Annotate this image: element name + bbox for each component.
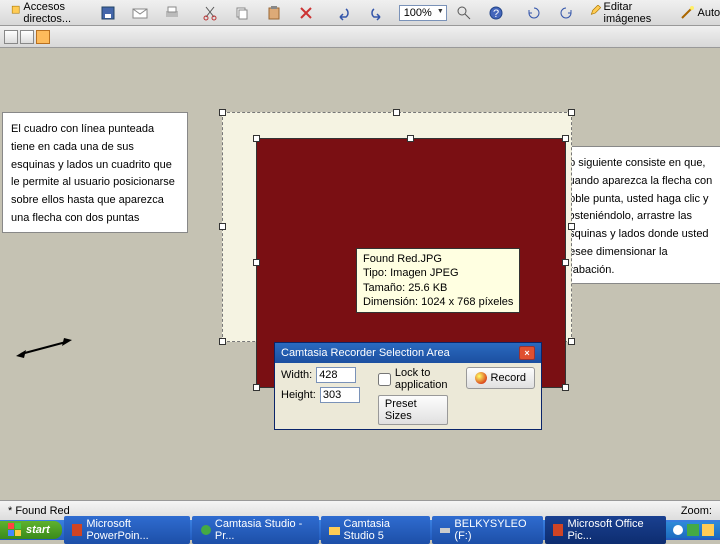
folder-icon [329,524,339,536]
start-label: start [26,524,50,536]
print-icon[interactable] [157,2,187,24]
accesos-label: Accesos directos... [23,1,77,25]
paste-icon[interactable] [259,2,289,24]
bookmark-icon [11,5,20,21]
windows-logo-icon [8,523,22,537]
camtasia-dialog: Camtasia Recorder Selection Area × Width… [274,342,542,430]
status-filename: * Found Red [8,505,70,517]
preset-sizes-button[interactable]: Preset Sizes [378,395,448,425]
tooltip-dim: Dimensión: 1024 x 768 píxeles [363,295,513,309]
main-toolbar: Accesos directos... 100% ? Editar imágen… [0,0,720,26]
task-label: Camtasia Studio 5 [344,518,422,542]
drive-icon [440,524,450,536]
camtasia-icon [200,524,210,536]
cut-icon[interactable] [195,2,225,24]
instruction-callout-right: Lo siguiente consiste en que, cuando apa… [554,146,720,284]
system-tray[interactable] [666,522,720,538]
redo-icon[interactable] [361,2,391,24]
picture-icon [553,524,563,536]
task-label: Microsoft Office Pic... [567,518,658,542]
width-input[interactable] [316,367,356,383]
camtasia-titlebar[interactable]: Camtasia Recorder Selection Area × [275,343,541,363]
resize-handle-w[interactable] [219,223,226,230]
height-label: Height: [281,389,316,401]
image-tooltip: Found Red.JPG Tipo: Imagen JPEG Tamaño: … [356,248,520,313]
auto-label: Autocorrección [698,7,720,19]
save-icon[interactable] [93,2,123,24]
tray-icon[interactable] [672,524,684,536]
img-handle-se[interactable] [562,384,569,391]
undo-icon[interactable] [329,2,359,24]
img-handle-e[interactable] [562,259,569,266]
img-handle-n[interactable] [407,135,414,142]
img-handle-w[interactable] [253,259,260,266]
tooltip-size: Tamaño: 25.6 KB [363,281,513,295]
camtasia-body: Width: Height: Lock to application Prese… [275,363,541,429]
lock-checkbox[interactable] [378,373,391,386]
height-input[interactable] [320,387,360,403]
email-icon[interactable] [125,2,155,24]
record-label: Record [491,372,526,384]
delete-icon[interactable] [291,2,321,24]
width-label: Width: [281,369,312,381]
task-label: BELKYSYLEO (F:) [454,518,535,542]
filmstrip-view-icon[interactable] [20,30,34,44]
tooltip-type: Tipo: Imagen JPEG [363,266,513,280]
view-toolbar [0,26,720,48]
start-button[interactable]: start [0,521,62,539]
img-handle-nw[interactable] [253,135,260,142]
resize-handle-sw[interactable] [219,338,226,345]
wand-icon [679,5,695,21]
powerpoint-icon [72,524,82,536]
help-icon[interactable]: ? [481,2,511,24]
windows-taskbar: start Microsoft PowerPoin... Camtasia St… [0,520,720,540]
svg-text:?: ? [493,8,499,20]
resize-handle-n[interactable] [393,109,400,116]
pencil-icon [590,5,601,21]
callout-right-text: Lo siguiente consiste en que, cuando apa… [563,157,712,276]
lock-label: Lock to application [395,367,448,391]
tray-icon[interactable] [687,524,699,536]
zoom-select[interactable]: 100% [399,5,447,21]
instruction-callout-left: El cuadro con línea punteada tiene en ca… [2,112,188,233]
double-arrow-icon [16,338,72,358]
editor-canvas: El cuadro con línea punteada tiene en ca… [0,48,720,500]
accesos-directos-button[interactable]: Accesos directos... [4,0,85,28]
resize-handle-ne[interactable] [568,109,575,116]
single-view-icon[interactable] [36,30,50,44]
task-label: Microsoft PowerPoin... [86,518,182,542]
tooltip-name: Found Red.JPG [363,252,513,266]
img-handle-sw[interactable] [253,384,260,391]
preset-label: Preset Sizes [385,398,417,422]
rotate-right-icon[interactable] [551,2,581,24]
zoom-icon[interactable] [449,2,479,24]
thumbnail-view-icon[interactable] [4,30,18,44]
record-icon [475,372,487,384]
copy-icon[interactable] [227,2,257,24]
tray-icon[interactable] [702,524,714,536]
status-zoom-label: Zoom: [681,505,712,517]
editar-imagenes-button[interactable]: Editar imágenes [583,0,664,28]
task-label: Camtasia Studio - Pr... [215,518,311,542]
resize-handle-nw[interactable] [219,109,226,116]
zoom-value: 100% [404,7,432,19]
record-button[interactable]: Record [466,367,535,389]
callout-left-text: El cuadro con línea punteada tiene en ca… [11,123,175,224]
editar-label: Editar imágenes [604,1,657,25]
rotate-left-icon[interactable] [519,2,549,24]
camtasia-title-text: Camtasia Recorder Selection Area [281,347,450,359]
autocorreccion-button[interactable]: Autocorrección [672,2,720,24]
img-handle-ne[interactable] [562,135,569,142]
resize-handle-e[interactable] [568,223,575,230]
close-button[interactable]: × [519,346,535,360]
resize-handle-se[interactable] [568,338,575,345]
